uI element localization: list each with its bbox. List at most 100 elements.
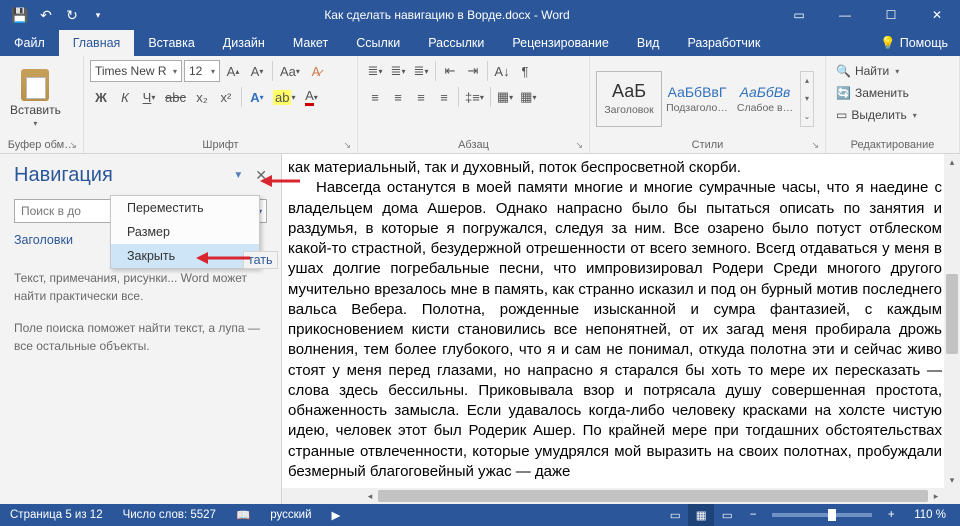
vertical-scrollbar[interactable]: ▴ ▾	[944, 154, 960, 504]
zoom-slider-knob[interactable]	[828, 509, 836, 521]
paragraph-launcher-icon[interactable]: ↘	[575, 140, 583, 151]
view-print-layout-icon[interactable]: ▦	[688, 504, 714, 526]
scroll-thumb[interactable]	[946, 274, 958, 354]
style-weak[interactable]: АаБбВв Слабое в…	[732, 71, 798, 127]
font-color-button[interactable]: A▾	[300, 86, 322, 108]
shrink-font-button[interactable]: A▾	[246, 60, 268, 82]
tab-developer[interactable]: Разработчик	[673, 30, 774, 56]
nav-tab-headings[interactable]: Заголовки	[14, 233, 73, 251]
show-marks-button[interactable]: ¶	[514, 60, 536, 82]
dd-item-size[interactable]: Размер	[111, 220, 259, 244]
dd-item-close[interactable]: Закрыть	[111, 244, 259, 268]
shading-button[interactable]: ▦▾	[494, 86, 516, 108]
save-icon[interactable]: 💾	[8, 3, 32, 27]
change-case-button[interactable]: Aa▾	[277, 60, 303, 82]
nav-tab-results-fragment[interactable]: тать	[243, 251, 278, 269]
status-proofing-icon[interactable]: 📖	[226, 508, 260, 522]
borders-button[interactable]: ▦▾	[517, 86, 539, 108]
justify-button[interactable]: ≡	[433, 86, 455, 108]
status-word-count[interactable]: Число слов: 5527	[113, 509, 226, 521]
scroll-down-icon[interactable]: ▾	[944, 472, 960, 488]
subscript-button[interactable]: x₂	[191, 86, 213, 108]
group-label-paragraph: Абзац ↘	[364, 137, 583, 153]
view-web-layout-icon[interactable]: ▭	[714, 504, 740, 526]
redo-icon[interactable]: ↻	[60, 3, 84, 27]
bullets-button[interactable]: ≣▾	[364, 60, 386, 82]
font-name-combo[interactable]: Times New R▾	[90, 60, 182, 82]
scroll-up-icon[interactable]: ▴	[944, 154, 960, 170]
tab-mailings[interactable]: Рассылки	[414, 30, 498, 56]
increase-indent-button[interactable]: ⇥	[462, 60, 484, 82]
tab-layout[interactable]: Макет	[279, 30, 342, 56]
doc-line[interactable]: как материальный, так и духовный, поток …	[288, 158, 942, 178]
hscroll-thumb[interactable]	[378, 490, 928, 502]
highlight-button[interactable]: ab▾	[270, 86, 298, 108]
replace-icon: 🔄	[836, 86, 851, 100]
tab-insert[interactable]: Вставка	[134, 30, 208, 56]
line-spacing-button[interactable]: ‡≡▾	[462, 86, 487, 108]
minimize-button[interactable]: —	[822, 0, 868, 30]
superscript-button[interactable]: x²	[215, 86, 237, 108]
align-right-button[interactable]: ≡	[410, 86, 432, 108]
zoom-out-button[interactable]: −	[740, 504, 766, 526]
style-subheading[interactable]: АаБбВвГ Подзаголо…	[664, 71, 730, 127]
tab-home[interactable]: Главная	[59, 30, 135, 56]
status-page[interactable]: Страница 5 из 12	[0, 509, 113, 521]
tab-file[interactable]: Файл	[0, 30, 59, 56]
ribbon-options-icon[interactable]: ▭	[776, 0, 822, 30]
sort-button[interactable]: A↓	[491, 60, 513, 82]
styles-launcher-icon[interactable]: ↘	[811, 140, 819, 151]
clear-formatting-button[interactable]: A̷	[305, 60, 327, 82]
doc-paragraph[interactable]: Навсегда останутся в моей памяти многие …	[288, 178, 942, 482]
grow-font-button[interactable]: A▴	[222, 60, 244, 82]
clipboard-launcher-icon[interactable]: ↘	[69, 140, 77, 151]
dd-item-move[interactable]: Переместить	[111, 196, 259, 220]
status-macro-icon[interactable]: ▶	[322, 508, 351, 522]
status-language[interactable]: русский	[260, 509, 321, 521]
paste-button[interactable]: Вставить ▾	[6, 67, 65, 130]
font-launcher-icon[interactable]: ↘	[343, 140, 351, 151]
zoom-in-button[interactable]: +	[878, 504, 904, 526]
style-gallery-more[interactable]: ▴ ▾ ⌄	[800, 71, 814, 127]
tab-design[interactable]: Дизайн	[209, 30, 279, 56]
italic-button[interactable]: К	[114, 86, 136, 108]
bold-button[interactable]: Ж	[90, 86, 112, 108]
nav-pane-menu-button[interactable]: ▼	[233, 170, 243, 181]
style-heading[interactable]: АаБ Заголовок	[596, 71, 662, 127]
zoom-level[interactable]: 110 %	[904, 509, 960, 521]
chevron-up-icon[interactable]: ▴	[801, 72, 813, 90]
align-left-button[interactable]: ≡	[364, 86, 386, 108]
select-button[interactable]: ▭ Выделить▾	[832, 104, 921, 126]
undo-icon[interactable]: ↶	[34, 3, 58, 27]
zoom-slider[interactable]	[772, 513, 872, 517]
scroll-right-icon[interactable]: ▸	[928, 488, 944, 504]
tab-references[interactable]: Ссылки	[342, 30, 414, 56]
qat-customize-icon[interactable]: ▾	[86, 3, 110, 27]
title-bar: 💾 ↶ ↻ ▾ Как сделать навигацию в Ворде.do…	[0, 0, 960, 30]
horizontal-scrollbar[interactable]: ◂ ▸	[282, 488, 944, 504]
paste-icon	[21, 69, 49, 101]
underline-button[interactable]: Ч▾	[138, 86, 160, 108]
text-effects-button[interactable]: A▾	[246, 86, 268, 108]
document-text[interactable]: как материальный, так и духовный, поток …	[282, 154, 960, 502]
scroll-left-icon[interactable]: ◂	[362, 488, 378, 504]
view-read-mode-icon[interactable]: ▭	[662, 504, 688, 526]
help-label: Помощь	[900, 36, 948, 50]
replace-button[interactable]: 🔄 Заменить	[832, 82, 913, 104]
chevron-down-icon[interactable]: ▾	[801, 90, 813, 108]
multilevel-button[interactable]: ≣▾	[410, 60, 432, 82]
tab-view[interactable]: Вид	[623, 30, 674, 56]
more-icon[interactable]: ⌄	[801, 108, 813, 126]
tell-me-help[interactable]: 💡 Помощь	[868, 30, 960, 56]
document-area[interactable]: как материальный, так и духовный, поток …	[282, 154, 960, 504]
font-size-combo[interactable]: 12▾	[184, 60, 220, 82]
nav-pane-close-button[interactable]: ✕	[255, 167, 267, 184]
numbering-button[interactable]: ≣▾	[387, 60, 409, 82]
align-center-button[interactable]: ≡	[387, 86, 409, 108]
decrease-indent-button[interactable]: ⇤	[439, 60, 461, 82]
tab-review[interactable]: Рецензирование	[498, 30, 623, 56]
maximize-button[interactable]: ☐	[868, 0, 914, 30]
close-button[interactable]: ✕	[914, 0, 960, 30]
find-button[interactable]: 🔍 Найти▾	[832, 60, 903, 82]
strikethrough-button[interactable]: abc	[162, 86, 189, 108]
